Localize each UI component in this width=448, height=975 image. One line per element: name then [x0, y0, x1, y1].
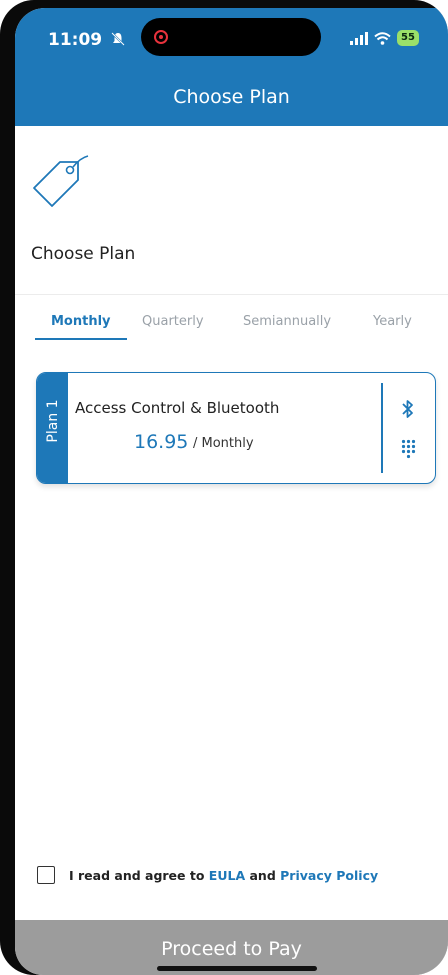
- eula-link[interactable]: EULA: [209, 868, 245, 883]
- battery-icon: 55: [397, 30, 419, 46]
- plan-strip: Plan 1: [37, 373, 68, 483]
- plan-period: / Monthly: [193, 436, 254, 451]
- active-tab-indicator: [35, 338, 127, 340]
- tab-monthly[interactable]: Monthly: [51, 314, 111, 329]
- price-tag-icon: [33, 155, 89, 207]
- bluetooth-icon: [402, 400, 413, 418]
- plan-card[interactable]: Plan 1 Access Control & Bluetooth 16.95 …: [36, 372, 436, 484]
- header-title: Choose Plan: [173, 86, 290, 108]
- app-screen: 11:09 55 Choose Plan Choose Plan Monthly…: [15, 8, 448, 975]
- keypad-icon: [401, 439, 416, 459]
- billing-period-tabs: Monthly Quarterly Semiannually Yearly: [15, 314, 448, 354]
- app-header: 11:09 55 Choose Plan: [15, 8, 448, 126]
- agreement-prefix: I read and agree to: [69, 867, 205, 883]
- card-separator: [381, 383, 383, 473]
- agreement-row: I read and agree to EULA and Privacy Pol…: [37, 866, 378, 884]
- phone-frame: 11:09 55 Choose Plan Choose Plan Monthly…: [0, 0, 448, 975]
- dynamic-island: [141, 18, 321, 56]
- status-icons: 55: [350, 30, 419, 46]
- divider: [15, 294, 448, 295]
- plan-number-label: Plan 1: [45, 399, 61, 443]
- signal-icon: [350, 31, 368, 45]
- page-heading: Choose Plan: [31, 244, 136, 264]
- plan-price: 16.95: [134, 431, 189, 453]
- home-indicator: [157, 966, 317, 971]
- privacy-policy-link[interactable]: Privacy Policy: [280, 868, 378, 883]
- plan-name: Access Control & Bluetooth: [75, 399, 280, 417]
- recording-icon: [154, 30, 168, 44]
- status-time: 11:09: [48, 30, 103, 50]
- tab-yearly[interactable]: Yearly: [373, 314, 412, 329]
- agreement-and: and: [249, 867, 276, 883]
- silent-bell-icon: [111, 32, 125, 46]
- agree-checkbox[interactable]: [37, 866, 55, 884]
- tab-quarterly[interactable]: Quarterly: [142, 314, 204, 329]
- tab-semiannually[interactable]: Semiannually: [243, 314, 331, 329]
- agreement-text: I read and agree to EULA and Privacy Pol…: [69, 868, 378, 883]
- wifi-icon: [374, 31, 391, 45]
